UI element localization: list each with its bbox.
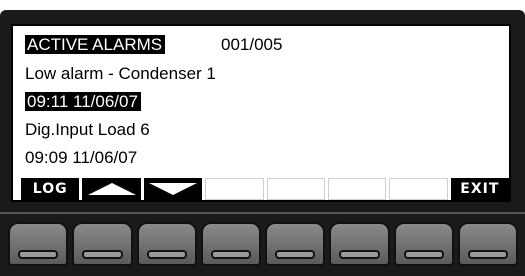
- function-key-2[interactable]: [72, 222, 133, 266]
- function-key-4[interactable]: [200, 222, 261, 266]
- function-keys: [8, 222, 518, 270]
- softkey-log-label: LOG: [21, 178, 80, 200]
- alarm-timestamp-1: 09:11 11/06/07: [25, 92, 141, 111]
- softkey-bar: LOG EXIT: [21, 178, 509, 200]
- screen-title-row: ACTIVE ALARMS: [25, 34, 166, 56]
- log-label: LOG: [32, 181, 68, 197]
- alarm-description-1: Low alarm - Condenser 1: [25, 64, 216, 83]
- function-key-8[interactable]: [457, 222, 518, 266]
- function-key-3[interactable]: [136, 222, 197, 266]
- up-arrow-icon: [87, 183, 136, 195]
- softkey-empty-7: [389, 178, 448, 200]
- exit-label: EXIT: [460, 181, 500, 197]
- softkey-empty-6: [327, 178, 387, 200]
- softkey-empty-5: [266, 178, 325, 200]
- function-key-6[interactable]: [329, 222, 390, 266]
- screen-title: ACTIVE ALARMS: [25, 35, 166, 54]
- softkey-down-label: [143, 178, 203, 200]
- function-key-7[interactable]: [393, 222, 454, 266]
- softkey-up-label: [82, 178, 141, 200]
- down-arrow-icon: [148, 183, 197, 195]
- bezel-divider: [0, 212, 525, 214]
- alarm-timestamp-2: 09:09 11/06/07: [25, 148, 138, 167]
- lcd-screen: ACTIVE ALARMS 001/005 Low alarm - Conden…: [11, 24, 511, 202]
- alarm-counter: 001/005: [221, 35, 283, 54]
- softkey-empty-4: [205, 178, 264, 200]
- function-key-5[interactable]: [265, 222, 326, 266]
- alarm-description-2: Dig.Input Load 6: [25, 120, 150, 139]
- softkey-exit-label: EXIT: [450, 178, 509, 200]
- function-key-1[interactable]: [8, 222, 69, 266]
- alarm-timestamp-row-1: 09:11 11/06/07: [25, 91, 141, 113]
